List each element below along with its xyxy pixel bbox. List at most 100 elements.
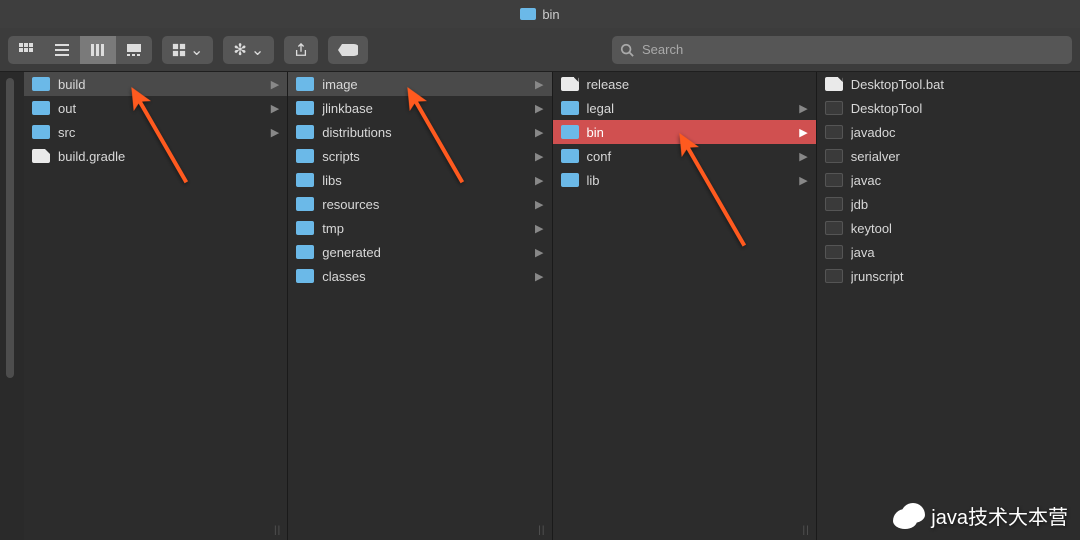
folder-icon [296, 197, 314, 211]
gear-icon: ✻ [233, 40, 246, 60]
chevron-right-icon: ▶ [799, 126, 807, 139]
gallery-view-button[interactable] [116, 36, 152, 64]
item-label: generated [322, 245, 531, 260]
item-label: keytool [851, 221, 1072, 236]
item-label: release [587, 77, 808, 92]
exec-row[interactable]: DesktopTool [817, 96, 1080, 120]
window-titlebar: bin [0, 0, 1080, 28]
folder-icon [561, 125, 579, 139]
folder-row[interactable]: libs ▶ [288, 168, 551, 192]
chevron-right-icon: ▶ [799, 150, 807, 163]
column-1: image▶jlinkbase▶distributions▶scripts▶li… [288, 72, 552, 540]
item-label: javadoc [851, 125, 1072, 140]
wechat-icon [893, 503, 925, 529]
folder-row[interactable]: lib▶ [553, 168, 816, 192]
folder-row[interactable]: resources ▶ [288, 192, 551, 216]
folder-icon [32, 125, 50, 139]
column-resize-handle[interactable]: || [538, 525, 545, 536]
window-title: bin [542, 7, 559, 22]
item-label: libs [322, 173, 531, 188]
chevron-right-icon: ▶ [535, 174, 543, 187]
folder-row[interactable]: bin▶ [553, 120, 816, 144]
folder-icon [32, 101, 50, 115]
folder-icon [561, 173, 579, 187]
folder-row[interactable]: src▶ [24, 120, 287, 144]
exec-icon [825, 101, 843, 115]
item-label: bin [587, 125, 796, 140]
column-view-button[interactable] [80, 36, 116, 64]
file-row[interactable]: build.gradle [24, 144, 287, 168]
folder-row[interactable]: conf▶ [553, 144, 816, 168]
chevron-right-icon: ▶ [535, 78, 543, 91]
column-resize-handle[interactable]: || [803, 525, 810, 536]
exec-row[interactable]: serialver [817, 144, 1080, 168]
list-view-button[interactable] [44, 36, 80, 64]
file-icon [825, 77, 843, 91]
item-label: java [851, 245, 1072, 260]
column-0: build▶ out ▶ src▶build.gradle || [24, 72, 288, 540]
folder-icon [296, 173, 314, 187]
search-icon [620, 43, 634, 57]
item-label: javac [851, 173, 1072, 188]
folder-icon [296, 221, 314, 235]
chevron-right-icon: ▶ [271, 102, 279, 115]
tags-button[interactable] [328, 36, 368, 64]
exec-row[interactable]: javac [817, 168, 1080, 192]
folder-row[interactable]: distributions▶ [288, 120, 551, 144]
search-input[interactable] [612, 36, 1072, 64]
group-button[interactable]: ⌄ [162, 36, 213, 64]
item-label: image [322, 77, 531, 92]
folder-icon [296, 101, 314, 115]
folder-row[interactable]: jlinkbase▶ [288, 96, 551, 120]
chevron-down-icon: ⌄ [251, 40, 264, 60]
folder-row[interactable]: scripts ▶ [288, 144, 551, 168]
item-label: DesktopTool.bat [851, 77, 1072, 92]
item-label: DesktopTool [851, 101, 1072, 116]
exec-row[interactable]: keytool [817, 216, 1080, 240]
search-field[interactable] [612, 36, 1072, 64]
sidebar-scrollbar[interactable] [0, 72, 24, 540]
file-icon [32, 149, 50, 163]
folder-row[interactable]: image ▶ [288, 72, 551, 96]
folder-icon [520, 8, 536, 20]
item-label: scripts [322, 149, 531, 164]
column-resize-handle[interactable]: || [274, 525, 281, 536]
icon-view-button[interactable] [8, 36, 44, 64]
file-icon [561, 77, 579, 91]
file-row[interactable]: DesktopTool.bat [817, 72, 1080, 96]
chevron-right-icon: ▶ [535, 246, 543, 259]
exec-row[interactable]: jdb [817, 192, 1080, 216]
exec-row[interactable]: jrunscript [817, 264, 1080, 288]
exec-row[interactable]: javadoc [817, 120, 1080, 144]
item-label: jrunscript [851, 269, 1072, 284]
chevron-right-icon: ▶ [535, 150, 543, 163]
item-label: tmp [322, 221, 531, 236]
folder-row[interactable]: tmp▶ [288, 216, 551, 240]
column-browser: build▶out▶src▶build.gradle|| image▶jlink… [0, 72, 1080, 540]
folder-icon [561, 149, 579, 163]
file-row[interactable]: release [553, 72, 816, 96]
folder-row[interactable]: generated ▶ [288, 240, 551, 264]
action-button[interactable]: ✻⌄ [223, 36, 274, 64]
folder-row[interactable]: classes▶ [288, 264, 551, 288]
share-button[interactable] [284, 36, 318, 64]
item-label: out [58, 101, 267, 116]
folder-row[interactable]: build▶ [24, 72, 287, 96]
toolbar: ⌄ ✻⌄ [0, 28, 1080, 72]
item-label: conf [587, 149, 796, 164]
item-label: resources [322, 197, 531, 212]
item-label: legal [587, 101, 796, 116]
folder-icon [561, 101, 579, 115]
exec-row[interactable]: java [817, 240, 1080, 264]
item-label: build [58, 77, 267, 92]
folder-row[interactable]: out ▶ [24, 96, 287, 120]
watermark-text: java技术大本营 [931, 501, 1068, 530]
folder-row[interactable]: legal▶ [553, 96, 816, 120]
item-label: lib [587, 173, 796, 188]
chevron-right-icon: ▶ [535, 198, 543, 211]
item-label: serialver [851, 149, 1072, 164]
watermark: java技术大本营 [893, 501, 1068, 530]
view-switcher [8, 36, 152, 64]
folder-icon [296, 125, 314, 139]
exec-icon [825, 125, 843, 139]
